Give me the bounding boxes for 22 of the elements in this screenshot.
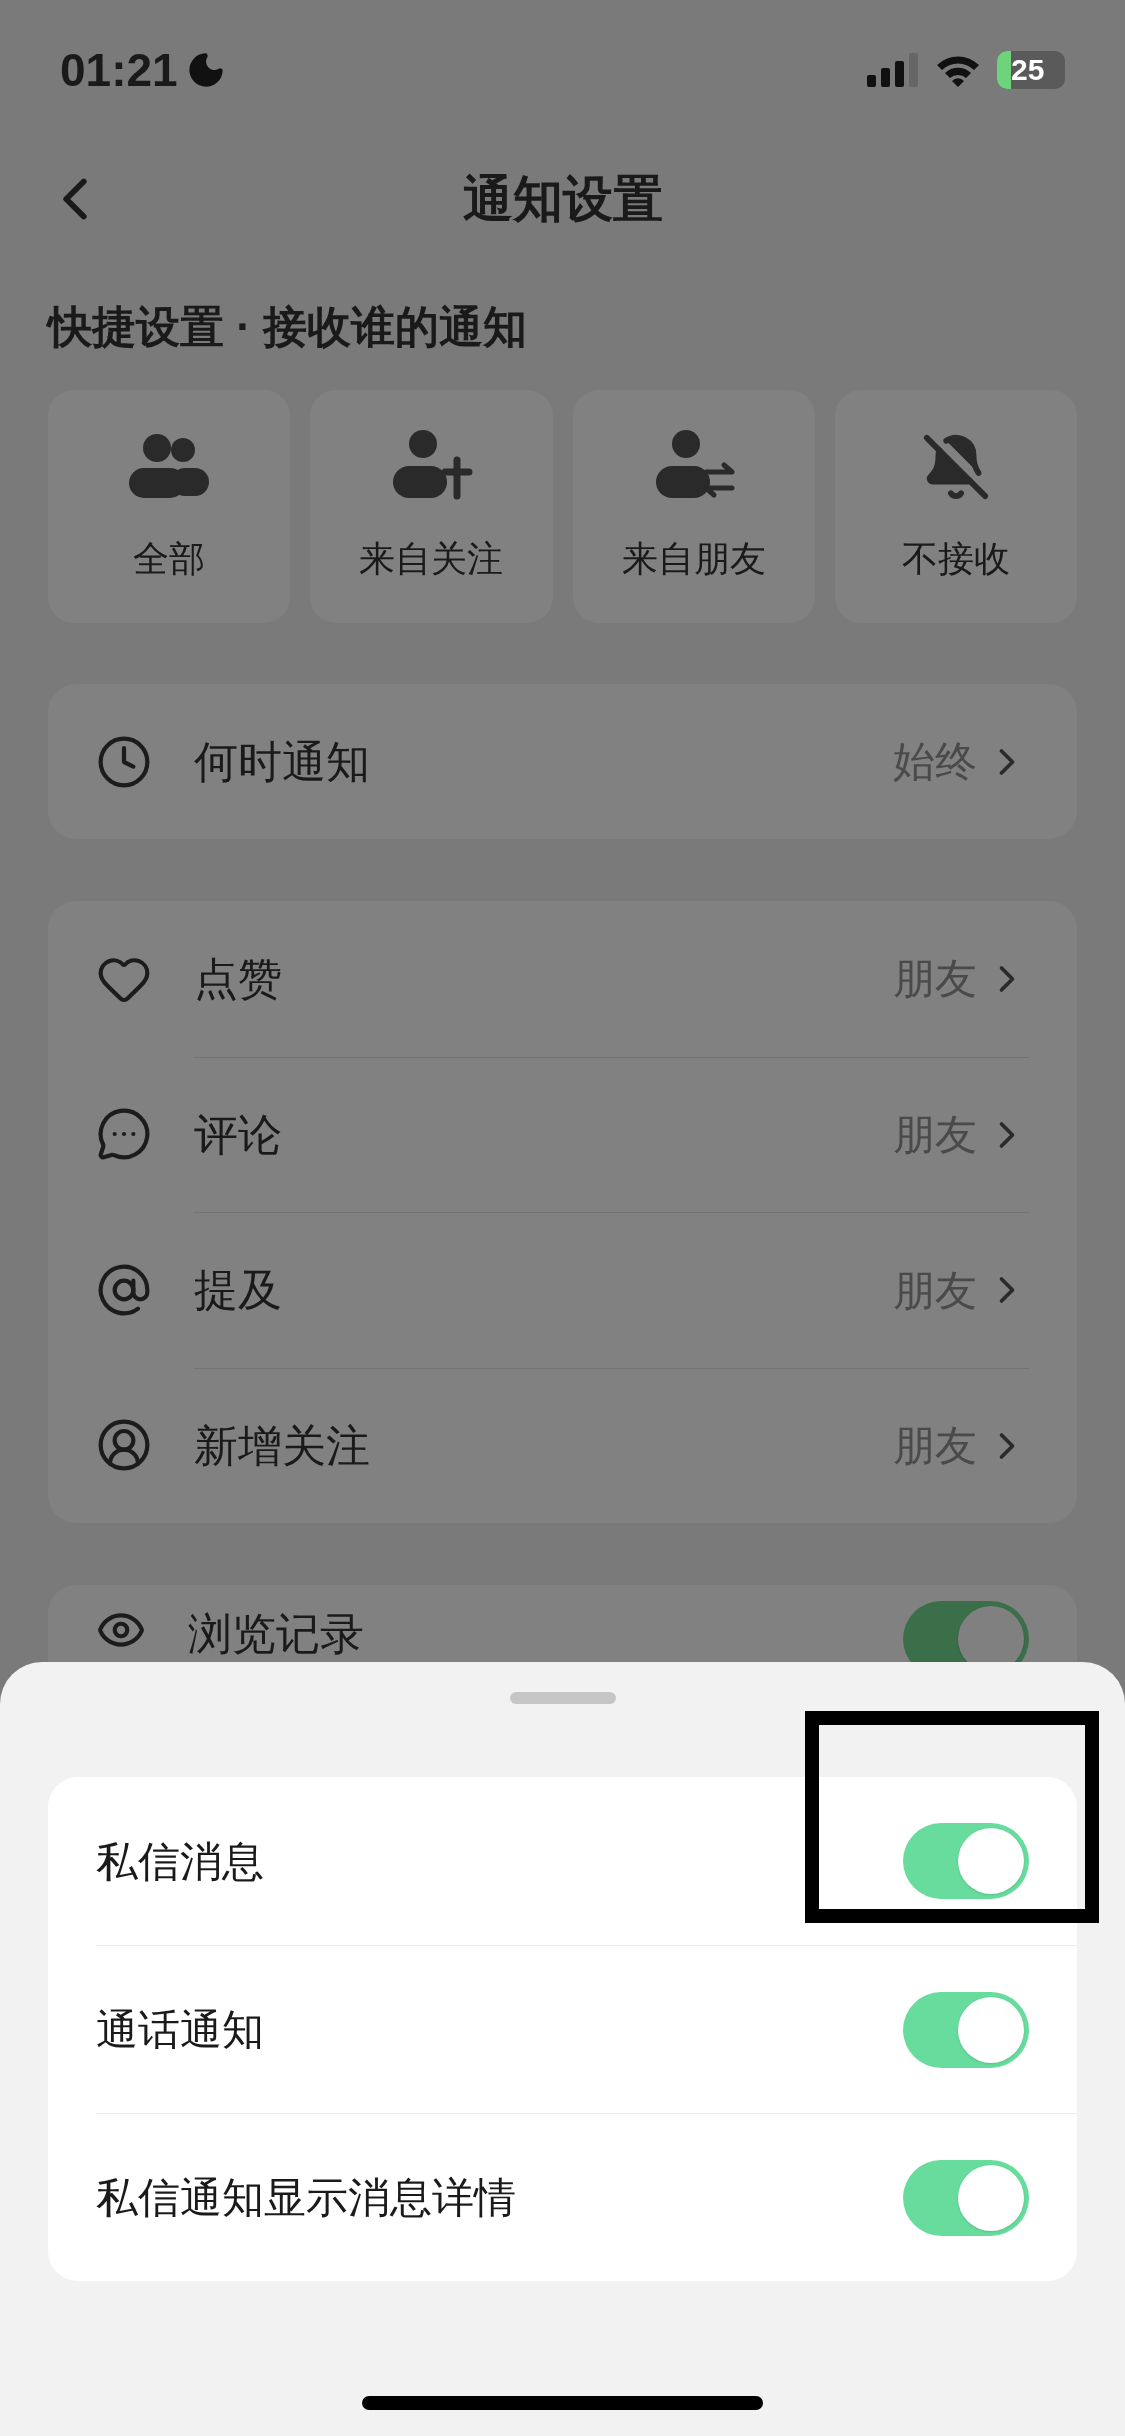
row-label: 新增关注 <box>194 1419 371 1472</box>
sheet-handle[interactable] <box>509 1692 616 1704</box>
row-label: 提及 <box>194 1264 283 1317</box>
quick-option[interactable]: 全部 <box>48 390 291 623</box>
quick-option[interactable]: 不接收 <box>834 390 1077 623</box>
wifi-icon <box>935 53 981 87</box>
section-label: 快捷设置 · 接收谁的通知 <box>48 301 529 353</box>
quick-option[interactable]: 来自关注 <box>310 390 553 623</box>
row-label: 私信通知显示消息详情 <box>96 2173 517 2223</box>
battery-indicator: 25 <box>997 51 1065 89</box>
row-label: 评论 <box>194 1108 283 1161</box>
at-sign-icon <box>96 1261 152 1318</box>
row-label: 浏览记录 <box>188 1608 365 1660</box>
row-label: 私信消息 <box>96 1836 265 1887</box>
row-label: 通话通知 <box>96 2005 265 2055</box>
page-title: 通知设置 <box>462 169 663 229</box>
row-label: 点赞 <box>194 952 283 1005</box>
row-label: 何时通知 <box>194 735 371 788</box>
clock-time: 01:21 <box>60 42 178 98</box>
quick-option[interactable]: 来自朋友 <box>572 390 815 623</box>
chat-bubble-icon <box>96 1106 152 1163</box>
signal-icon <box>867 53 919 87</box>
